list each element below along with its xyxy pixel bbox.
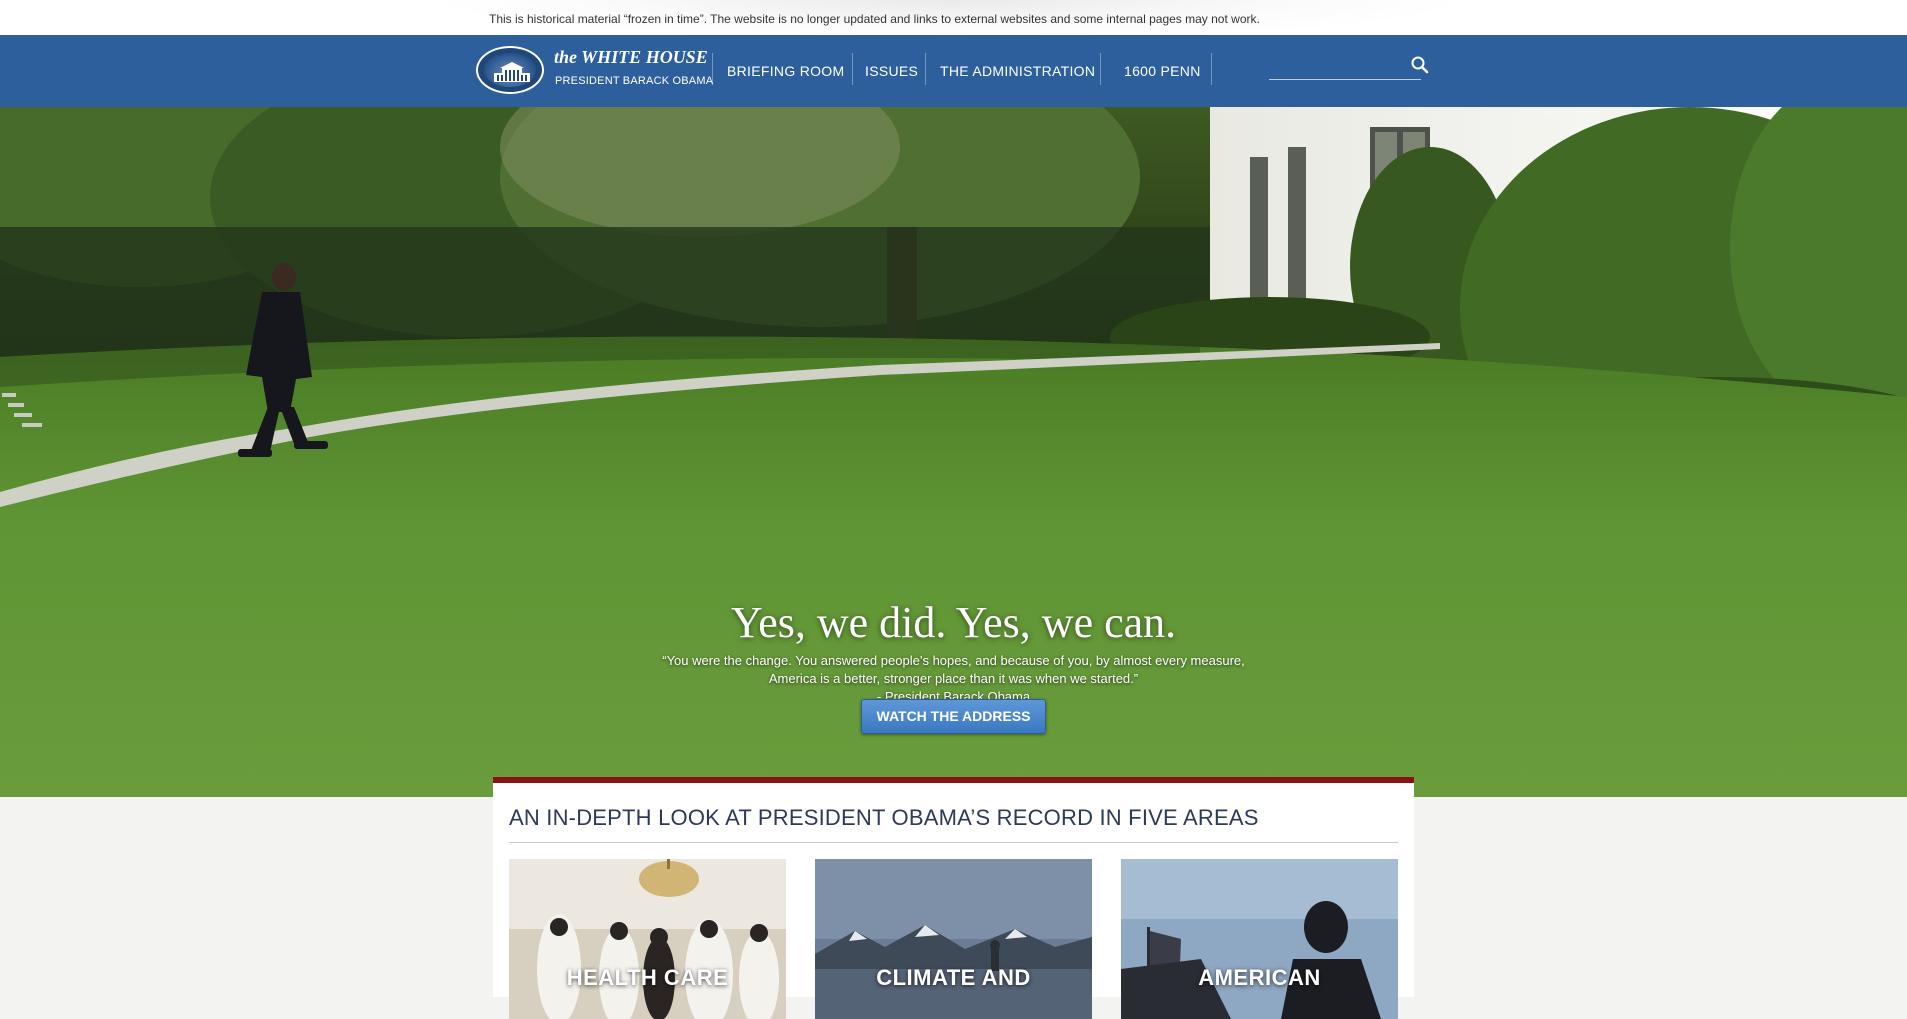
nav-the-administration[interactable]: THE ADMINISTRATION xyxy=(940,63,1095,79)
nav-issues[interactable]: ISSUES xyxy=(865,63,918,79)
record-card-climate[interactable]: CLIMATE AND xyxy=(815,859,1092,1019)
section-divider xyxy=(509,842,1398,843)
card-label-climate: CLIMATE AND xyxy=(876,965,1031,990)
hero-banner: Yes, we did. Yes, we can. “You were the … xyxy=(0,107,1907,797)
quote-line-2: America is a better, stronger place than… xyxy=(768,671,1139,686)
nav-1600-penn[interactable]: 1600 PENN xyxy=(1124,63,1201,79)
nav-divider xyxy=(1211,53,1212,85)
search-icon[interactable] xyxy=(1410,55,1430,75)
climate-photo xyxy=(815,859,1092,1019)
record-card-health-care[interactable]: HEALTH CARE xyxy=(509,859,786,1019)
logo-subtitle[interactable]: PRESIDENT BARACK OBAMA xyxy=(555,75,713,87)
archive-notice-text: This is historical material “frozen in t… xyxy=(489,12,1260,26)
card-label-american: AMERICAN xyxy=(1198,965,1321,990)
nav-divider xyxy=(1100,53,1101,85)
site-header: the WHITE HOUSE PRESIDENT BARACK OBAMA B… xyxy=(0,35,1907,107)
hero-quote: “You were the change. You answered peopl… xyxy=(0,652,1907,706)
archive-notice-bar: This is historical material “frozen in t… xyxy=(0,0,1907,40)
nav-divider xyxy=(712,53,713,85)
nav-divider xyxy=(852,53,853,85)
quote-line-1: “You were the change. You answered peopl… xyxy=(662,653,1245,668)
watch-the-address-button[interactable]: WATCH THE ADDRESS xyxy=(861,699,1046,734)
header-inner: the WHITE HOUSE PRESIDENT BARACK OBAMA B… xyxy=(474,35,1434,107)
white-house-seal-icon[interactable] xyxy=(476,46,544,94)
health-care-photo xyxy=(509,859,786,1019)
record-section-title: AN IN-DEPTH LOOK AT PRESIDENT OBAMA’S RE… xyxy=(509,805,1259,830)
card-label-health-care: HEALTH CARE xyxy=(566,965,729,990)
hero-headline: Yes, we did. Yes, we can. xyxy=(730,598,1177,647)
logo-title[interactable]: the WHITE HOUSE xyxy=(554,47,708,68)
search-input[interactable] xyxy=(1269,55,1421,80)
nav-divider xyxy=(925,53,926,85)
record-card-american[interactable]: AMERICAN xyxy=(1121,859,1398,1019)
american-photo xyxy=(1121,859,1398,1019)
record-section: AN IN-DEPTH LOOK AT PRESIDENT OBAMA’S RE… xyxy=(493,777,1414,1019)
nav-briefing-room[interactable]: BRIEFING ROOM xyxy=(727,63,844,79)
